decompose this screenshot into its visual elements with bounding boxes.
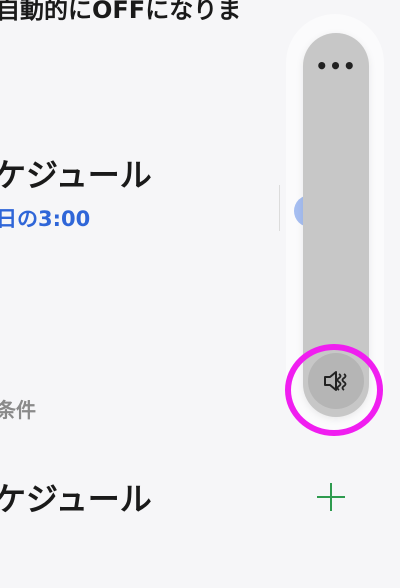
section-label-conditions: 条件 (0, 398, 36, 422)
volume-panel: ••• (303, 33, 369, 417)
schedule-title[interactable]: ケジュール (0, 150, 152, 196)
volume-more-button[interactable]: ••• (303, 51, 369, 81)
volume-slider[interactable] (303, 93, 369, 363)
row-divider (279, 185, 280, 231)
speaker-mute-icon (324, 371, 347, 391)
add-schedule-button[interactable] (313, 479, 349, 515)
schedule-subtitle: 日の3:00 (0, 207, 91, 231)
plus-icon (317, 483, 345, 511)
volume-mute-button[interactable] (308, 353, 364, 409)
header-partial-text: 自動的にOFFになりま (0, 0, 242, 24)
add-schedule-title[interactable]: ケジュール (0, 474, 152, 520)
